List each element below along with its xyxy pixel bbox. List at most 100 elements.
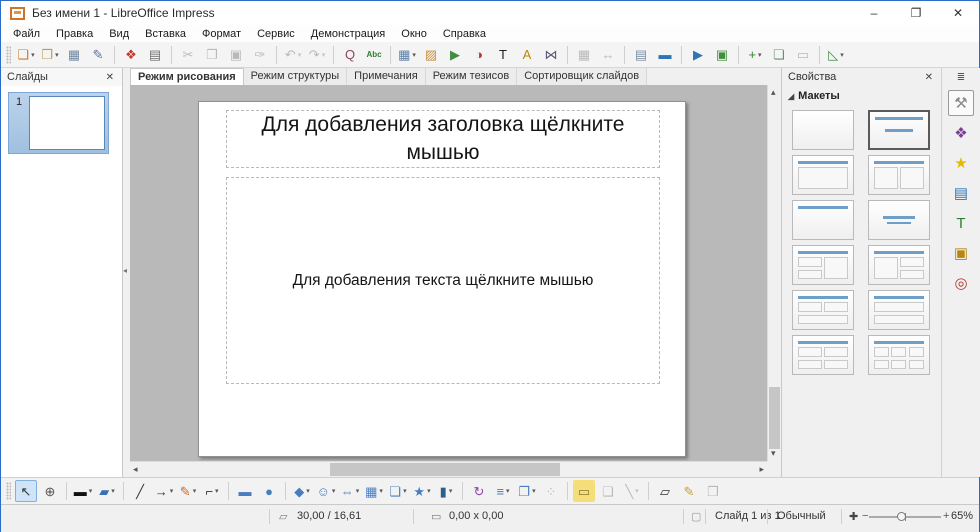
menu-Сервис[interactable]: Сервис (249, 27, 303, 41)
layout-title-slide[interactable] (868, 110, 930, 150)
3d-objects-dropdown-icon[interactable]: ▾ (449, 487, 453, 495)
fontwork-draw-button[interactable]: ✎ (678, 480, 700, 502)
sidebar-menu-tab[interactable]: ≣ (948, 70, 974, 84)
zoom-out-icon[interactable]: − (862, 510, 868, 522)
navigator-tab[interactable]: ◎ (948, 270, 974, 296)
fontwork-gallery-button[interactable]: А (516, 44, 538, 66)
basic-shapes-button[interactable]: ◆▾ (291, 480, 313, 502)
stars-banners-button[interactable]: ★▾ (411, 480, 433, 502)
layout-title-2content-content[interactable] (792, 245, 854, 285)
layout-title-content-2content[interactable] (868, 245, 930, 285)
select-button[interactable]: ↖ (15, 480, 37, 502)
minimize-button[interactable]: – (853, 1, 895, 25)
new-slide-dropdown-icon[interactable]: ▾ (758, 51, 762, 59)
tab-Сортировщик слайдов[interactable]: Сортировщик слайдов (517, 68, 647, 85)
lines-arrows-button[interactable]: →▾ (153, 480, 175, 502)
body-placeholder[interactable]: Для добавления текста щёлкните мышью (226, 177, 660, 384)
slide-canvas[interactable]: Для добавления заголовка щёлкните мышью … (130, 85, 767, 461)
menu-Формат[interactable]: Формат (194, 27, 249, 41)
insert-chart-button[interactable]: ◑ (468, 44, 490, 66)
connector-dropdown-icon[interactable]: ▾ (215, 487, 219, 495)
animation-tab[interactable]: ★ (948, 150, 974, 176)
horizontal-scroll-thumb[interactable] (330, 463, 560, 476)
connector-button[interactable]: ⌐▾ (201, 480, 223, 502)
layout-title-content-over-content[interactable] (868, 290, 930, 330)
callouts-button[interactable]: ❏▾ (387, 480, 409, 502)
duplicate-slide-button[interactable]: ❏ (768, 44, 790, 66)
save-as-button[interactable]: ✎ (87, 44, 109, 66)
basic-shapes-dropdown-icon[interactable]: ▾ (306, 487, 310, 495)
insert-text-box-button[interactable]: T (492, 44, 514, 66)
flowchart-dropdown-icon[interactable]: ▾ (379, 487, 383, 495)
draw-functions-button[interactable]: ◺▾ (825, 44, 847, 66)
arrange-button[interactable]: ❐▾ (516, 480, 538, 502)
export-pdf-button[interactable]: ❖ (120, 44, 142, 66)
drawing-toolbar-drag-handle[interactable] (6, 482, 11, 500)
display-views-button[interactable]: ▬ (654, 44, 676, 66)
save-button[interactable]: ▦ (63, 44, 85, 66)
rectangle-button[interactable]: ▬ (234, 480, 256, 502)
lines-arrows-dropdown-icon[interactable]: ▾ (170, 487, 174, 495)
fit-slide-icon[interactable]: ✚ (849, 510, 858, 523)
new-document-dropdown-icon[interactable]: ▾ (31, 51, 35, 59)
insert-table-button[interactable]: ▦▾ (396, 44, 418, 66)
slide-transition-tab[interactable]: ❖ (948, 120, 974, 146)
redo-dropdown-icon[interactable]: ▾ (322, 51, 326, 59)
curve-dropdown-icon[interactable]: ▾ (193, 487, 197, 495)
layout-title-2content-over-content[interactable] (792, 290, 854, 330)
master-slides-tab[interactable]: ▤ (948, 180, 974, 206)
panel-splitter[interactable]: ◂ (123, 68, 130, 477)
slides-panel-close-icon[interactable]: ✕ (104, 72, 116, 83)
spelling-button[interactable]: Abc (363, 44, 385, 66)
scroll-left-icon[interactable]: ◂ (133, 464, 138, 475)
curve-button[interactable]: ✎▾ (177, 480, 199, 502)
layout-title-content[interactable] (792, 155, 854, 195)
symbol-shapes-button[interactable]: ☺▾ (315, 480, 337, 502)
edit-points-button[interactable]: ▱ (654, 480, 676, 502)
layouts-section-header[interactable]: ◢ Макеты (782, 86, 941, 104)
title-placeholder[interactable]: Для добавления заголовка щёлкните мышью (226, 110, 660, 168)
block-arrows-dropdown-icon[interactable]: ▾ (356, 487, 360, 495)
splitter-collapse-icon[interactable]: ◂ (123, 266, 127, 275)
presentation-settings-button[interactable]: ▣ (711, 44, 733, 66)
insert-image-button[interactable]: ▨ (420, 44, 442, 66)
line-style-dropdown-icon[interactable]: ▾ (89, 487, 93, 495)
insert-line-button[interactable]: ╱ (129, 480, 151, 502)
zoom-slider-thumb[interactable] (897, 512, 906, 521)
standard-toolbar-drag-handle[interactable] (6, 46, 11, 64)
zoom-in-icon[interactable]: + (943, 510, 949, 522)
insert-media-button[interactable]: ▶ (444, 44, 466, 66)
tab-Режим рисования[interactable]: Режим рисования (130, 68, 244, 85)
hyperlink-button[interactable]: ⋈ (540, 44, 562, 66)
rotate-button[interactable]: ↻ (468, 480, 490, 502)
document-modified-icon[interactable]: ▢ (691, 510, 701, 523)
3d-objects-button[interactable]: ▮▾ (435, 480, 457, 502)
master-slide-button[interactable]: ▤ (630, 44, 652, 66)
properties-tab[interactable]: ⚒ (948, 90, 974, 116)
zoom-percentage[interactable]: 65% (951, 510, 973, 522)
callouts-dropdown-icon[interactable]: ▾ (403, 487, 407, 495)
restore-button[interactable]: ❐ (895, 1, 937, 25)
styles-tab[interactable]: T (948, 210, 974, 236)
view-name-status[interactable]: Обычный (777, 510, 826, 522)
find-replace-button[interactable]: Q (339, 44, 361, 66)
properties-panel-close-icon[interactable]: ✕ (923, 72, 935, 83)
image-filter-dropdown-icon[interactable]: ▾ (635, 487, 639, 495)
scroll-right-icon[interactable]: ▸ (759, 464, 764, 475)
align-objects-button[interactable]: ≡▾ (492, 480, 514, 502)
layout-title-6content[interactable] (868, 335, 930, 375)
tab-Режим структуры[interactable]: Режим структуры (244, 68, 348, 85)
vertical-scroll-thumb[interactable] (769, 387, 780, 449)
tab-Режим тезисов[interactable]: Режим тезисов (426, 68, 518, 85)
symbol-shapes-dropdown-icon[interactable]: ▾ (332, 487, 336, 495)
layout-title-only[interactable] (792, 200, 854, 240)
line-style-button[interactable]: ▬▾ (72, 480, 94, 502)
align-objects-dropdown-icon[interactable]: ▾ (506, 487, 510, 495)
layout-title-two-content[interactable] (868, 155, 930, 195)
print-button[interactable]: ▤ (144, 44, 166, 66)
flowchart-button[interactable]: ▦▾ (363, 480, 385, 502)
scroll-down-icon[interactable]: ▾ (771, 448, 776, 459)
vertical-scrollbar[interactable]: ▴ ▾ (767, 85, 781, 461)
menu-Файл[interactable]: Файл (5, 27, 48, 41)
new-slide-button[interactable]: +▾ (744, 44, 766, 66)
